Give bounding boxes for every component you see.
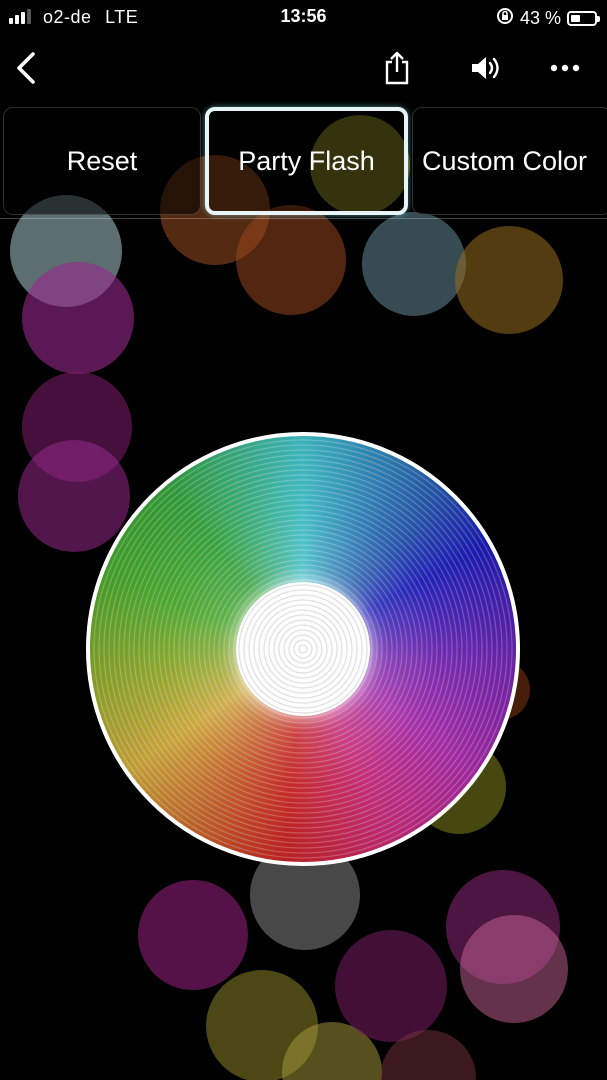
bokeh-light <box>335 930 447 1042</box>
bokeh-light <box>206 970 318 1080</box>
bokeh-light <box>362 212 466 316</box>
tabs-divider <box>0 218 607 219</box>
mode-tabs: Reset Party Flash Custom Color <box>0 104 607 218</box>
tab-reset[interactable]: Reset <box>3 107 201 215</box>
tab-custom-color[interactable]: Custom Color <box>412 107 607 215</box>
color-wheel-center[interactable] <box>236 582 370 716</box>
status-bar: o2-de LTE 13:56 43 % <box>0 0 607 34</box>
bokeh-light <box>446 870 560 984</box>
rotation-lock-icon <box>496 7 514 30</box>
bokeh-light <box>138 880 248 990</box>
tab-party-flash[interactable]: Party Flash <box>205 107 408 215</box>
bokeh-light <box>460 915 568 1023</box>
back-chevron-icon[interactable] <box>8 40 44 96</box>
battery-icon <box>567 11 600 26</box>
bokeh-light <box>236 205 346 315</box>
bokeh-light <box>455 226 563 334</box>
bokeh-light <box>380 1030 476 1080</box>
bokeh-light <box>18 440 130 552</box>
more-icon[interactable] <box>548 40 582 96</box>
bokeh-light <box>22 262 134 374</box>
share-icon[interactable] <box>380 40 414 96</box>
bokeh-light <box>282 1022 382 1080</box>
speaker-icon[interactable] <box>466 40 504 96</box>
bokeh-light <box>22 372 132 482</box>
navigation-bar <box>0 40 607 96</box>
battery-percent: 43 % <box>519 8 561 28</box>
